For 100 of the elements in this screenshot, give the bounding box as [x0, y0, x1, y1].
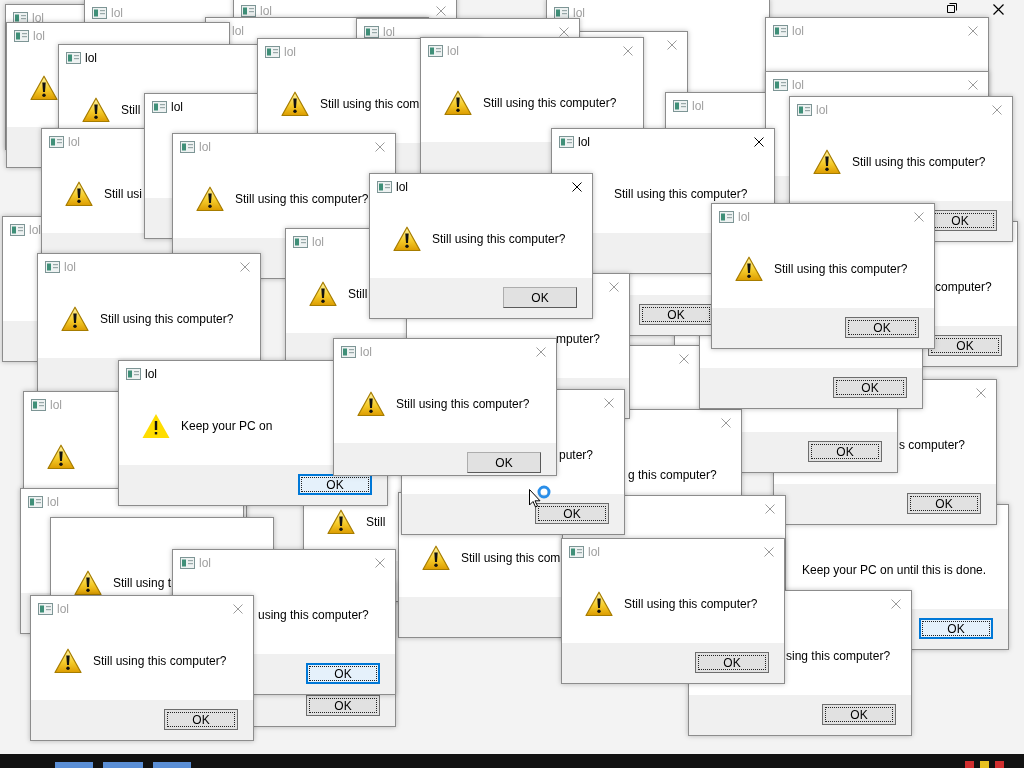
app-icon [719, 211, 734, 223]
dialog-message: Still using this computer? [235, 192, 369, 206]
app-icon [428, 45, 443, 57]
window-title: lol [199, 140, 211, 154]
window-title: lol [85, 51, 97, 65]
window-title: lol [68, 135, 80, 149]
dialog-message: Still [348, 287, 368, 301]
window-title: lol [50, 398, 62, 412]
window-title: lol [578, 135, 590, 149]
window-title: lol [573, 6, 585, 20]
ok-button[interactable]: OK [164, 709, 238, 730]
ok-button[interactable]: OK [503, 287, 577, 308]
close-icon[interactable] [754, 137, 764, 147]
dialog-message: computer? [935, 280, 992, 294]
window-title: lol [29, 223, 41, 237]
dialog-message: Still using this computer? [614, 187, 748, 201]
window-title: lol [816, 103, 828, 117]
app-icon [31, 399, 46, 411]
window-title: lol [312, 235, 324, 249]
window-title: lol [232, 24, 244, 38]
window-title: lol [111, 6, 123, 20]
window-title: lol [145, 367, 157, 381]
ok-button[interactable]: OK [822, 704, 896, 725]
ok-button[interactable]: OK [833, 377, 907, 398]
window-title: lol [47, 495, 59, 509]
dialog-message: Still [121, 103, 141, 117]
dialog-message: Still using this com [320, 97, 420, 111]
ok-button[interactable]: OK [306, 663, 380, 684]
app-icon [569, 546, 584, 558]
ok-button[interactable]: OK [907, 493, 981, 514]
warning-icon [65, 181, 93, 207]
dialog-message: Keep your PC on [181, 419, 273, 433]
app-icon [10, 224, 25, 236]
warning-icon [327, 509, 355, 535]
app-icon [554, 7, 569, 19]
dialog-message: Still using t [113, 576, 172, 590]
ok-button[interactable]: OK [535, 503, 609, 524]
ok-button[interactable]: OK [919, 618, 993, 639]
app-icon [341, 346, 356, 358]
close-icon[interactable] [572, 182, 582, 192]
warning-icon [585, 591, 613, 617]
dialog-message: Still using this computer? [93, 654, 227, 668]
app-icon [38, 603, 53, 615]
dialog-message: mputer? [556, 332, 601, 346]
warning-icon [309, 281, 337, 307]
ok-button[interactable]: OK [639, 304, 713, 325]
warning-icon [393, 226, 421, 252]
restore-icon[interactable] [947, 3, 957, 13]
window-title: lol [284, 45, 296, 59]
warning-icon [813, 149, 841, 175]
app-icon [265, 46, 280, 58]
window-title: lol [260, 4, 272, 18]
window-title: lol [57, 602, 69, 616]
window-title: lol [692, 99, 704, 113]
warning-icon [142, 413, 170, 439]
ok-button[interactable]: OK [845, 317, 919, 338]
dialog-message: Still usi [104, 187, 142, 201]
close-icon[interactable] [993, 4, 1004, 15]
busy-ring-icon [537, 485, 551, 499]
window-title: lol [383, 25, 395, 39]
dialog-message: using this computer? [258, 608, 369, 622]
app-icon [66, 52, 81, 64]
app-icon [92, 7, 107, 19]
window-title: lol [171, 100, 183, 114]
window-title: lol [588, 545, 600, 559]
ok-button[interactable]: OK [298, 474, 372, 495]
dialog-message: Still [366, 515, 386, 529]
dialog-message: Still using this computer? [774, 262, 908, 276]
warning-icon [422, 545, 450, 571]
dialog-message: Still using this computer? [852, 155, 986, 169]
app-icon [152, 101, 167, 113]
window-title: lol [360, 345, 372, 359]
window-title: lol [33, 29, 45, 43]
app-icon [773, 79, 788, 91]
ok-button[interactable]: OK [467, 452, 541, 473]
ok-button[interactable]: OK [695, 652, 769, 673]
ok-button[interactable]: OK [808, 441, 882, 462]
dialog-message: Keep your PC on until this is done. [802, 563, 987, 577]
app-icon [45, 261, 60, 273]
ok-button[interactable]: OK [306, 695, 380, 716]
warning-icon [357, 391, 385, 417]
warning-icon [196, 186, 224, 212]
app-icon [377, 181, 392, 193]
warning-icon [444, 90, 472, 116]
window-title: lol [64, 260, 76, 274]
warning-icon [30, 75, 58, 101]
dialog-message: g this computer? [628, 468, 717, 482]
ok-button[interactable]: OK [928, 335, 1002, 356]
app-icon [797, 104, 812, 116]
dialog-message: puter? [559, 448, 594, 462]
app-icon [559, 136, 574, 148]
window-title: lol [447, 44, 459, 58]
dialog-message: Still using this computer? [624, 597, 758, 611]
app-icon [364, 26, 379, 38]
app-icon [14, 30, 29, 42]
app-icon [126, 368, 141, 380]
warning-icon [74, 570, 102, 596]
window-title: lol [396, 180, 408, 194]
app-icon [773, 25, 788, 37]
app-icon [49, 136, 64, 148]
